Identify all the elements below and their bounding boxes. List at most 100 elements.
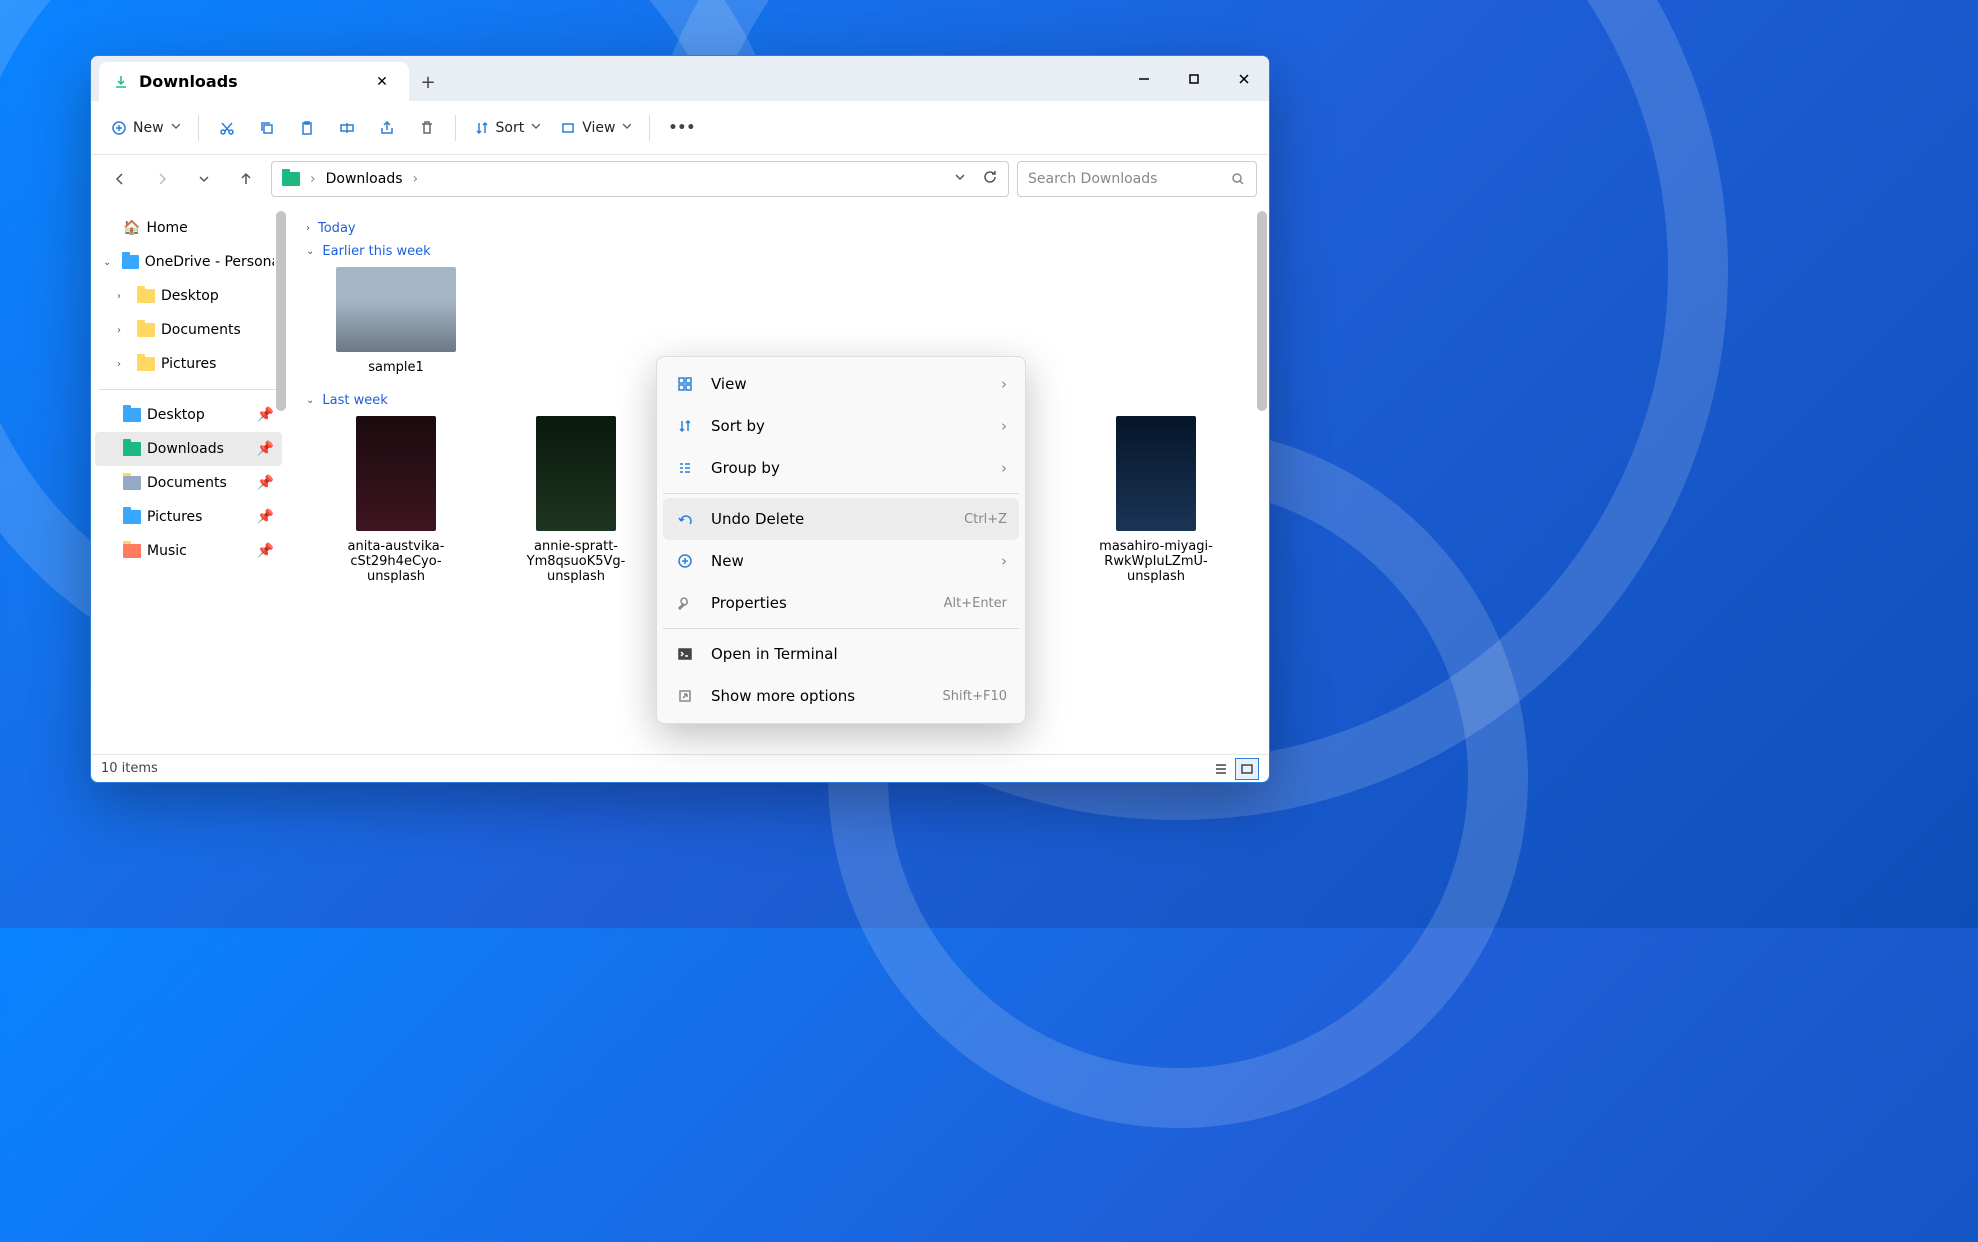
chevron-down-icon: ⌄ xyxy=(306,395,314,406)
minimize-button[interactable] xyxy=(1119,56,1169,101)
label: Undo Delete xyxy=(711,510,804,528)
close-tab-button[interactable]: ✕ xyxy=(369,69,395,95)
new-tab-button[interactable]: + xyxy=(409,63,447,101)
sidebar-downloads[interactable]: Downloads📌 xyxy=(95,432,282,466)
sidebar-music[interactable]: Music 📌 xyxy=(95,534,282,568)
thumbnail xyxy=(356,416,436,531)
chevron-right-icon: › xyxy=(1001,375,1007,393)
label: Home xyxy=(146,220,187,236)
back-button[interactable] xyxy=(103,162,137,196)
wrench-icon xyxy=(675,595,695,611)
ctx-terminal[interactable]: Open in Terminal xyxy=(663,633,1019,675)
more-button[interactable]: ••• xyxy=(660,110,703,146)
view-label: View xyxy=(582,120,615,136)
chevron-down-icon xyxy=(621,120,631,136)
ctx-properties[interactable]: PropertiesAlt+Enter xyxy=(663,582,1019,624)
group-today[interactable]: › Today xyxy=(306,221,1249,236)
plus-circle-icon xyxy=(675,553,695,569)
pin-icon: 📌 xyxy=(257,407,274,423)
sidebar-documents[interactable]: Documents📌 xyxy=(95,466,282,500)
label: Sort by xyxy=(711,417,765,435)
sidebar-od-desktop[interactable]: ›Desktop xyxy=(95,279,282,313)
filename: masahiro-miyagi-RwkWpIuLZmU-unsplash xyxy=(1086,539,1226,584)
search-input[interactable]: Search Downloads xyxy=(1017,161,1257,197)
folder-icon xyxy=(137,289,155,303)
breadcrumb-downloads[interactable]: Downloads xyxy=(326,171,403,187)
ctx-more[interactable]: Show more options Shift+F10 xyxy=(663,675,1019,717)
pictures-icon xyxy=(123,510,141,524)
view-button[interactable]: View xyxy=(552,110,639,146)
file-sample1[interactable]: sample1 xyxy=(326,267,466,375)
folder-icon xyxy=(137,323,155,337)
sidebar-od-documents[interactable]: ›Documents xyxy=(95,313,282,347)
thumbnail xyxy=(536,416,616,531)
pin-icon: 📌 xyxy=(257,543,274,559)
label: Group by xyxy=(711,459,780,477)
rename-button[interactable] xyxy=(329,110,365,146)
sidebar: 🏠Home ⌄OneDrive - Personal ›Desktop ›Doc… xyxy=(91,203,286,754)
copy-button[interactable] xyxy=(249,110,285,146)
refresh-button[interactable] xyxy=(982,169,998,189)
file-masahiro[interactable]: masahiro-miyagi-RwkWpIuLZmU-unsplash xyxy=(1086,416,1226,584)
label: Today xyxy=(318,221,356,236)
file-anita[interactable]: anita-austvika-cSt29h4eCyo-unsplash xyxy=(326,416,466,584)
file-annie[interactable]: annie-spratt-Ym8qsuoK5Vg-unsplash xyxy=(506,416,646,584)
delete-button[interactable] xyxy=(409,110,445,146)
chevron-right-icon: › xyxy=(306,223,310,234)
paste-button[interactable] xyxy=(289,110,325,146)
divider xyxy=(99,389,278,390)
statusbar: 10 items xyxy=(91,754,1269,782)
sidebar-onedrive[interactable]: ⌄OneDrive - Personal xyxy=(95,245,282,279)
path-box[interactable]: › Downloads › xyxy=(271,161,1009,197)
shortcut: Shift+F10 xyxy=(943,689,1007,704)
label: Desktop xyxy=(147,407,205,423)
ctx-view[interactable]: View› xyxy=(663,363,1019,405)
pin-icon: 📌 xyxy=(257,475,274,491)
scissors-icon xyxy=(219,120,235,136)
sidebar-pictures[interactable]: Pictures📌 xyxy=(95,500,282,534)
up-button[interactable] xyxy=(229,162,263,196)
recent-button[interactable] xyxy=(187,162,221,196)
sort-button[interactable]: Sort xyxy=(466,110,549,146)
ctx-sort[interactable]: Sort by› xyxy=(663,405,1019,447)
thumbnails-view-button[interactable] xyxy=(1235,758,1259,780)
cut-button[interactable] xyxy=(209,110,245,146)
share-button[interactable] xyxy=(369,110,405,146)
new-button[interactable]: New xyxy=(103,110,188,146)
pin-icon: 📌 xyxy=(257,509,274,525)
ctx-group[interactable]: Group by › xyxy=(663,447,1019,489)
label: Show more options xyxy=(711,687,855,705)
tab-title: Downloads xyxy=(139,72,238,91)
path-dropdown-button[interactable] xyxy=(952,169,968,189)
details-view-button[interactable] xyxy=(1209,758,1233,780)
grid-icon xyxy=(675,376,695,392)
chevron-right-icon: › xyxy=(1001,552,1007,570)
expand-icon xyxy=(675,688,695,704)
scrollbar[interactable] xyxy=(276,211,286,411)
download-icon xyxy=(113,74,129,90)
chevron-down-icon: ⌄ xyxy=(306,246,314,257)
label: Downloads xyxy=(147,441,224,457)
label: Open in Terminal xyxy=(711,645,838,663)
ctx-new[interactable]: New› xyxy=(663,540,1019,582)
sidebar-od-pictures[interactable]: ›Pictures xyxy=(95,347,282,381)
copy-icon xyxy=(259,120,275,136)
onedrive-icon xyxy=(122,255,139,269)
search-placeholder: Search Downloads xyxy=(1028,171,1157,187)
scrollbar[interactable] xyxy=(1257,211,1267,411)
group-earlier[interactable]: ⌄Earlier this week xyxy=(306,244,1249,259)
sort-icon xyxy=(675,418,695,434)
sidebar-home[interactable]: 🏠Home xyxy=(95,211,282,245)
close-button[interactable] xyxy=(1219,56,1269,101)
maximize-button[interactable] xyxy=(1169,56,1219,101)
divider xyxy=(649,115,650,141)
forward-button[interactable] xyxy=(145,162,179,196)
chevron-right-icon: › xyxy=(1001,459,1007,477)
label: Music xyxy=(147,543,187,559)
folder-icon xyxy=(282,172,300,186)
label: Last week xyxy=(322,393,387,408)
sidebar-desktop[interactable]: Desktop 📌 xyxy=(95,398,282,432)
sort-icon xyxy=(474,120,490,136)
active-tab[interactable]: Downloads ✕ xyxy=(99,62,409,101)
ctx-undo[interactable]: Undo DeleteCtrl+Z xyxy=(663,498,1019,540)
